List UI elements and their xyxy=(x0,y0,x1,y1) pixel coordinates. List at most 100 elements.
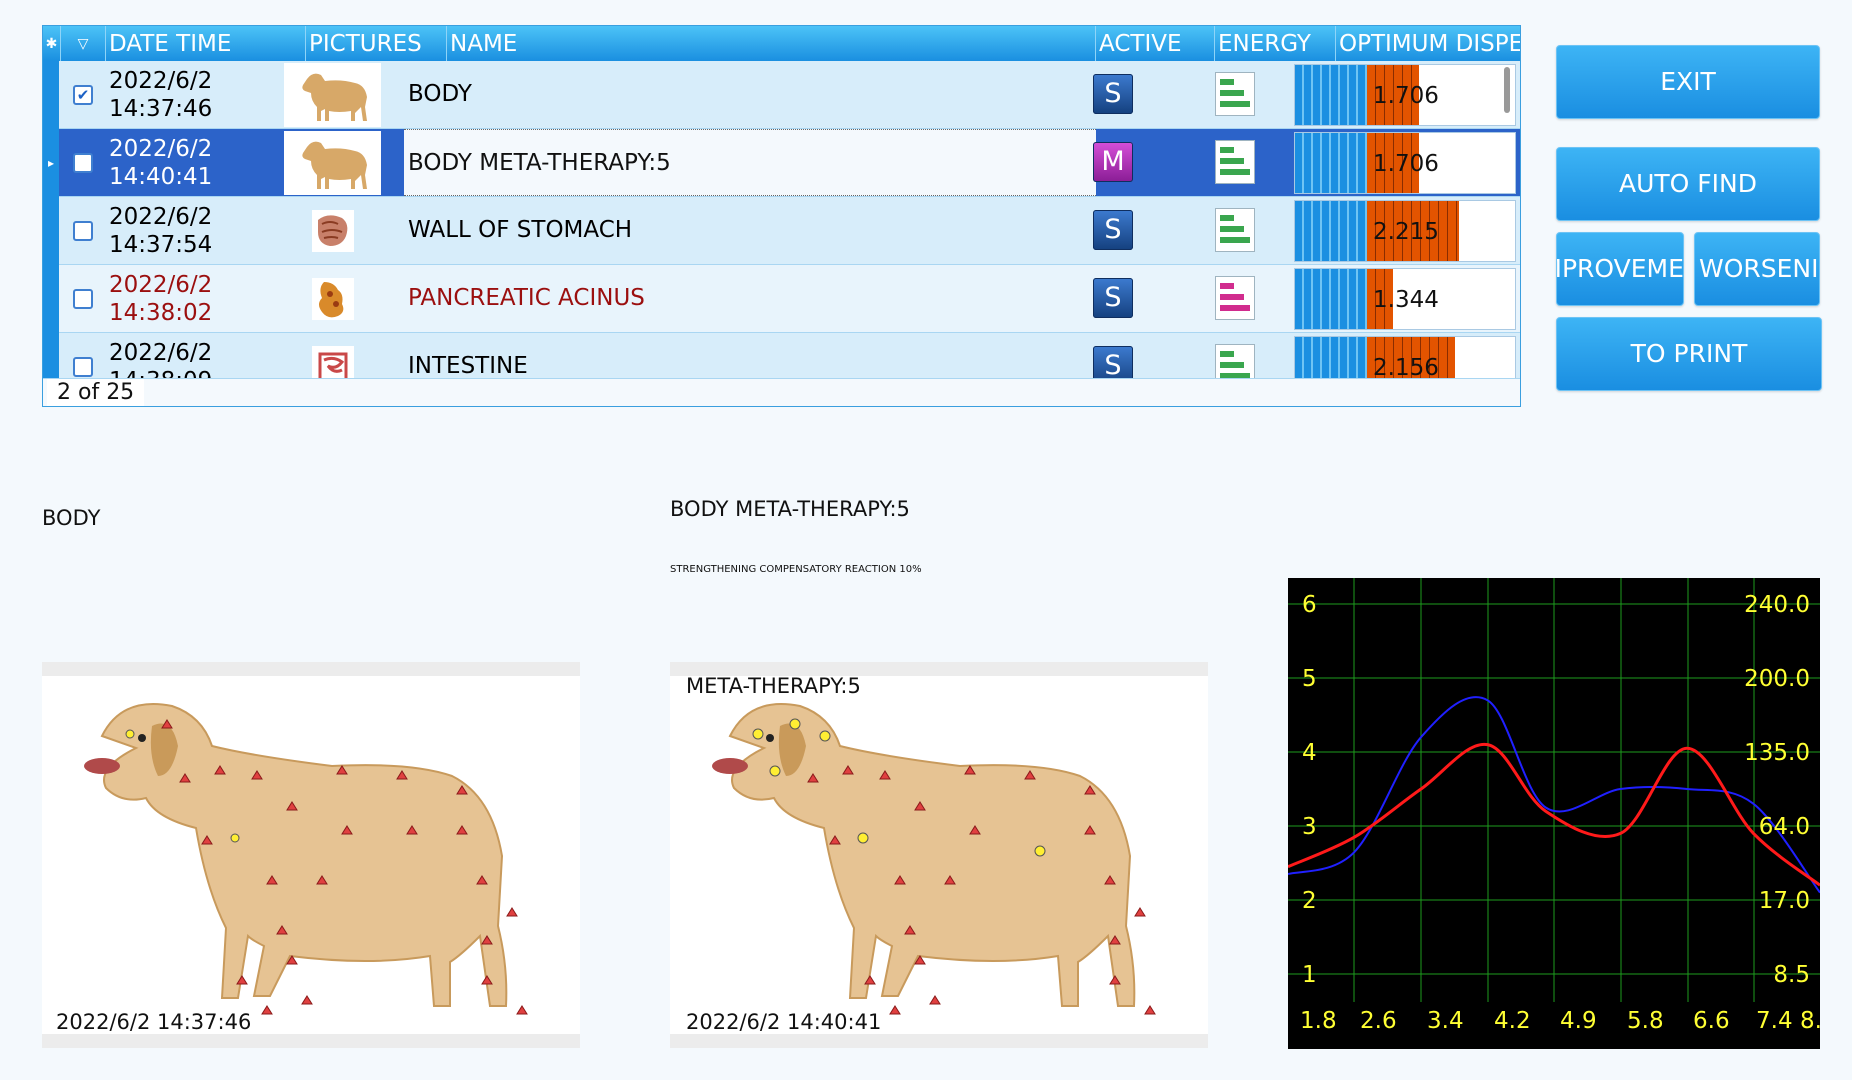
row-datetime: 2022/6/2 14:40:41 xyxy=(109,135,212,191)
row-datetime: 2022/6/2 14:37:54 xyxy=(109,203,212,259)
row-time: 14:37:54 xyxy=(109,232,213,258)
dispersion-value: 1.706 xyxy=(1373,151,1439,177)
dispersion-value: 2.215 xyxy=(1373,219,1439,245)
row-checkbox[interactable] xyxy=(73,153,93,173)
column-header-active[interactable]: ACTIVE xyxy=(1096,26,1215,61)
y-right-tick-label: 240.0 xyxy=(1744,592,1810,618)
energy-bars-icon xyxy=(1215,72,1255,116)
y-right-tick-label: 135.0 xyxy=(1744,740,1810,766)
chart-panel: 1 2 3 4 5 6 8.5 17.0 64.0 135.0 200.0 240.0 1.8 2.6 3.… xyxy=(1287,578,1837,1049)
photo-therapy-label: META-THERAPY:5 xyxy=(686,674,861,698)
y-tick-label: 2 xyxy=(1302,888,1317,914)
grid-header: ✱ ▽ DATE TIME PICTURES NAME ACTIVE ENERG… xyxy=(43,26,1520,61)
active-s-icon[interactable]: S xyxy=(1093,278,1133,318)
active-s-icon[interactable]: S xyxy=(1093,74,1133,114)
record-position-status: 2 of 25 xyxy=(43,378,1520,406)
x-tick-label: 4.2 xyxy=(1494,1008,1531,1034)
row-name: PANCREATIC ACINUS xyxy=(408,285,645,311)
y-tick-label: 6 xyxy=(1302,592,1317,618)
row-header[interactable] xyxy=(43,61,59,129)
y-tick-label: 3 xyxy=(1302,814,1317,840)
row-datetime: 2022/6/2 14:38:02 xyxy=(109,271,212,327)
row-checkbox[interactable] xyxy=(73,357,93,377)
row-header[interactable] xyxy=(43,265,59,333)
left-panel-title: BODY xyxy=(42,506,101,530)
x-tick-label: 4.9 xyxy=(1560,1008,1597,1034)
row-thumbnail-dog xyxy=(284,131,381,195)
exit-button[interactable]: EXIT xyxy=(1556,45,1820,119)
x-tick-label: 1.8 xyxy=(1300,1008,1337,1034)
dispersion-bar: 1.344 xyxy=(1294,268,1516,330)
row-thumbnail-pancreas xyxy=(284,267,381,331)
y-right-tick-label: 8.5 xyxy=(1773,962,1810,988)
x-tick-label: 3.4 xyxy=(1427,1008,1464,1034)
row-date: 2022/6/2 xyxy=(109,272,213,298)
dispersion-bar: 1.706 xyxy=(1294,132,1516,194)
print-button[interactable]: TO PRINT xyxy=(1556,317,1822,391)
worsening-button[interactable]: WORSENING xyxy=(1694,232,1820,306)
row-current-marker: ▸ xyxy=(43,129,59,197)
active-s-icon[interactable]: S xyxy=(1093,210,1133,250)
row-checkbox[interactable] xyxy=(73,221,93,241)
energy-bars-icon xyxy=(1215,208,1255,252)
select-all-header[interactable]: ✱ xyxy=(43,26,61,61)
row-datetime: 2022/6/2 14:37:46 xyxy=(109,67,212,123)
dog-illustration xyxy=(712,703,1156,1015)
row-date: 2022/6/2 xyxy=(109,136,213,162)
row-time: 14:37:46 xyxy=(109,96,213,122)
line-chart: 1 2 3 4 5 6 8.5 17.0 64.0 135.0 200.0 240.0 1.8 2.6 3.… xyxy=(1287,578,1837,1034)
dog-illustration xyxy=(84,703,528,1015)
y-right-tick-label: 17.0 xyxy=(1759,888,1810,914)
auto-find-button[interactable]: AUTO FIND xyxy=(1556,147,1820,221)
row-thumbnail-stomach xyxy=(284,199,381,263)
x-tick-label: 2.6 xyxy=(1360,1008,1397,1034)
record-count: 2 of 25 xyxy=(47,379,145,406)
row-checkbox[interactable]: ✔ xyxy=(73,85,93,105)
y-tick-label: 4 xyxy=(1302,740,1317,766)
row-time: 14:40:41 xyxy=(109,164,213,190)
row-thumbnail-dog xyxy=(284,63,381,127)
records-grid: ✱ ▽ DATE TIME PICTURES NAME ACTIVE ENERG… xyxy=(42,25,1521,407)
table-row[interactable]: 2022/6/2 14:37:54 WALL OF STOMACH S 2.215 xyxy=(43,197,1520,265)
x-tick-label: 6.6 xyxy=(1693,1008,1730,1034)
left-photo-timestamp: 2022/6/2 14:37:46 xyxy=(56,1010,252,1034)
table-row[interactable]: 2022/6/2 14:38:02 PANCREATIC ACINUS S 1.3… xyxy=(43,265,1520,333)
column-header-pictures[interactable]: PICTURES xyxy=(306,26,447,61)
y-tick-label: 5 xyxy=(1302,666,1317,692)
table-row-selected[interactable]: ▸ 2022/6/2 14:40:41 BODY META-THERAPY:5 M… xyxy=(43,129,1520,197)
row-header[interactable] xyxy=(43,197,59,265)
row-date: 2022/6/2 xyxy=(109,204,213,230)
right-dog-photo: META-THERAPY:5 2022/6/2 14:40:41 xyxy=(670,662,1208,1048)
filter-icon[interactable]: ▽ xyxy=(61,26,106,61)
improvement-button[interactable]: IMPROVEMENT xyxy=(1556,232,1684,306)
table-row[interactable]: ✔ 2022/6/2 14:37:46 BODY S 1.706 xyxy=(43,61,1520,129)
column-header-energy[interactable]: ENERGY xyxy=(1215,26,1336,61)
energy-bars-icon xyxy=(1215,140,1255,184)
column-header-datetime[interactable]: DATE TIME xyxy=(106,26,306,61)
row-time: 14:38:02 xyxy=(109,300,213,326)
dispersion-value: 1.706 xyxy=(1373,83,1439,109)
y-tick-label: 1 xyxy=(1302,962,1317,988)
column-header-dispersion[interactable]: OPTIMUM DISPERSIC xyxy=(1336,26,1520,61)
dispersion-bar: 1.706 xyxy=(1294,64,1516,126)
vertical-scrollbar[interactable] xyxy=(1504,67,1510,113)
dispersion-bar: 2.215 xyxy=(1294,200,1516,262)
right-photo-timestamp: 2022/6/2 14:40:41 xyxy=(686,1010,882,1034)
column-header-name[interactable]: NAME xyxy=(447,26,1096,61)
row-date: 2022/6/2 xyxy=(109,68,213,94)
left-dog-photo: 2022/6/2 14:37:46 xyxy=(42,662,580,1048)
dispersion-value: 1.344 xyxy=(1373,287,1439,313)
x-tick-label: 5.8 xyxy=(1627,1008,1664,1034)
x-tick-label: 8.2 xyxy=(1800,1008,1820,1034)
row-checkbox[interactable] xyxy=(73,289,93,309)
row-name: WALL OF STOMACH xyxy=(408,217,633,243)
row-name: BODY xyxy=(408,81,472,107)
y-right-tick-label: 64.0 xyxy=(1759,814,1810,840)
x-tick-label: 7.4 xyxy=(1756,1008,1793,1034)
energy-bars-icon xyxy=(1215,276,1255,320)
row-date: 2022/6/2 xyxy=(109,340,213,366)
row-name: BODY META-THERAPY:5 xyxy=(404,129,1096,196)
active-m-icon[interactable]: M xyxy=(1093,142,1133,182)
therapy-subtitle: STRENGTHENING COMPENSATORY REACTION 10% xyxy=(670,564,922,575)
y-right-tick-label: 200.0 xyxy=(1744,666,1810,692)
